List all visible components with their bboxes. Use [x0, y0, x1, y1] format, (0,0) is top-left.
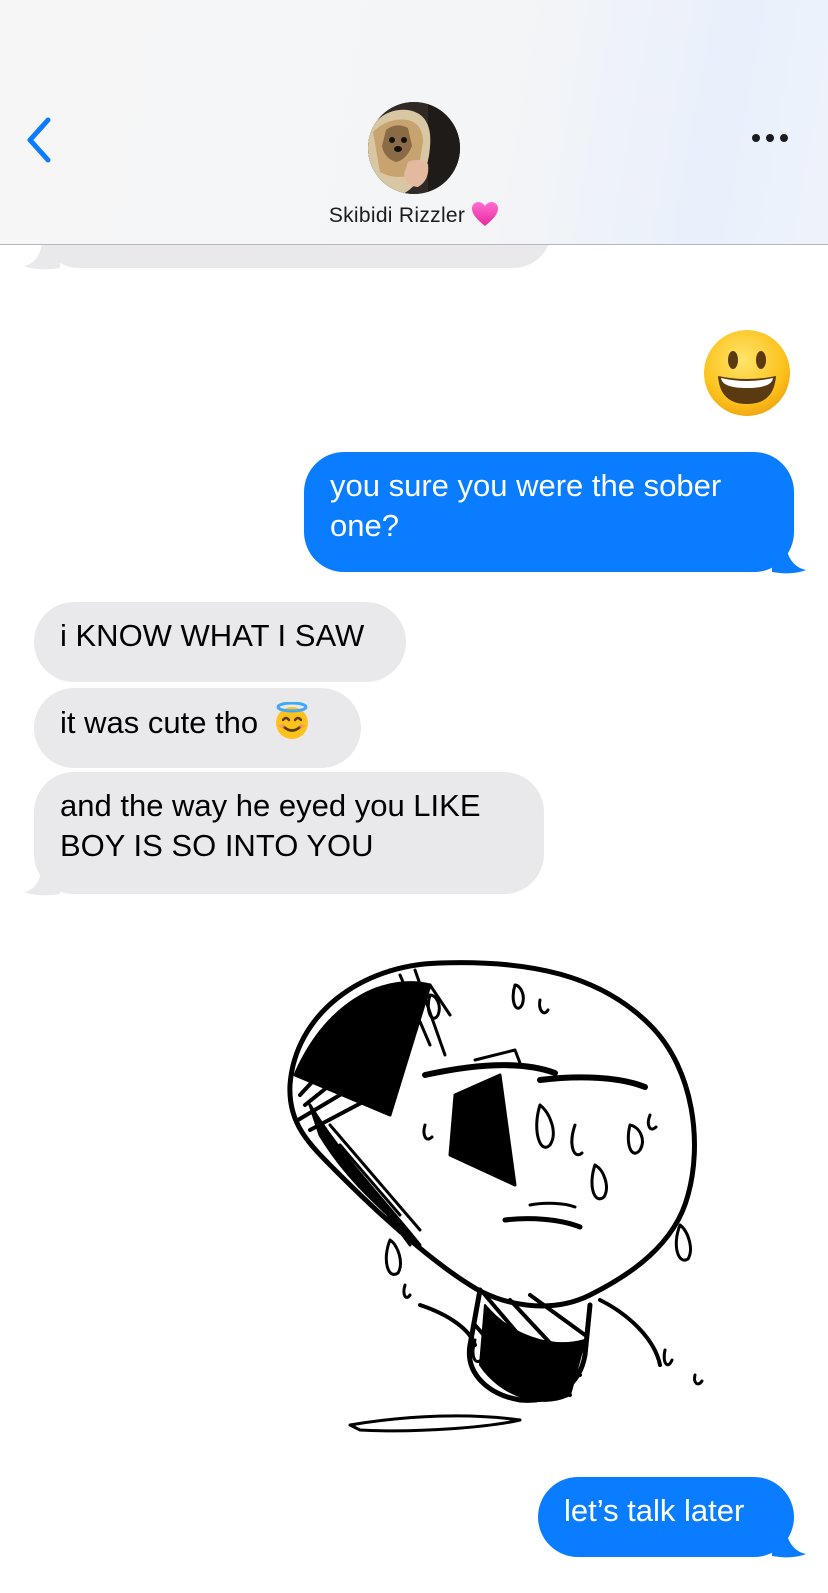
message-text-line: one?	[330, 508, 399, 543]
grinning-face-emoji[interactable]	[702, 328, 792, 418]
back-button[interactable]	[18, 112, 62, 168]
chevron-left-icon	[27, 117, 51, 163]
contact-name[interactable]: Skibidi Rizzler	[0, 201, 828, 233]
received-message-bubble[interactable]: it was cute tho	[34, 688, 361, 768]
message-text-line: and the way he eyed you LIKE	[60, 788, 481, 823]
sent-message-bubble[interactable]: you sure you were the sober one?	[304, 452, 794, 572]
contact-avatar[interactable]	[368, 102, 460, 194]
sent-message-bubble[interactable]: let’s talk later	[538, 1477, 794, 1557]
received-message-bubble[interactable]: i KNOW WHAT I SAW	[34, 602, 406, 682]
bubble-tail	[772, 1530, 806, 1558]
message-text-line: you sure you were the sober	[330, 468, 722, 503]
ellipsis-icon	[752, 134, 788, 142]
conversation-header: Skibidi Rizzler	[0, 0, 828, 245]
message-text-line: BOY IS SO INTO YOU	[60, 828, 374, 863]
smiling-face-with-halo-emoji	[273, 701, 311, 750]
message-text: let’s talk later	[564, 1493, 745, 1528]
bubble-tail	[24, 244, 60, 270]
pink-heart-icon	[471, 201, 499, 233]
sweating-cartoon-face-drawing[interactable]	[270, 955, 720, 1455]
bubble-tail	[24, 868, 60, 896]
message-text: i KNOW WHAT I SAW	[60, 618, 365, 653]
avatar-photo	[368, 102, 460, 194]
message-text: it was cute tho	[60, 705, 259, 740]
contact-name-text: Skibidi Rizzler	[328, 204, 466, 227]
bubble-tail	[772, 546, 806, 574]
more-options-button[interactable]	[748, 128, 792, 148]
received-message-bubble[interactable]: and the way he eyed you LIKE BOY IS SO I…	[34, 772, 544, 894]
